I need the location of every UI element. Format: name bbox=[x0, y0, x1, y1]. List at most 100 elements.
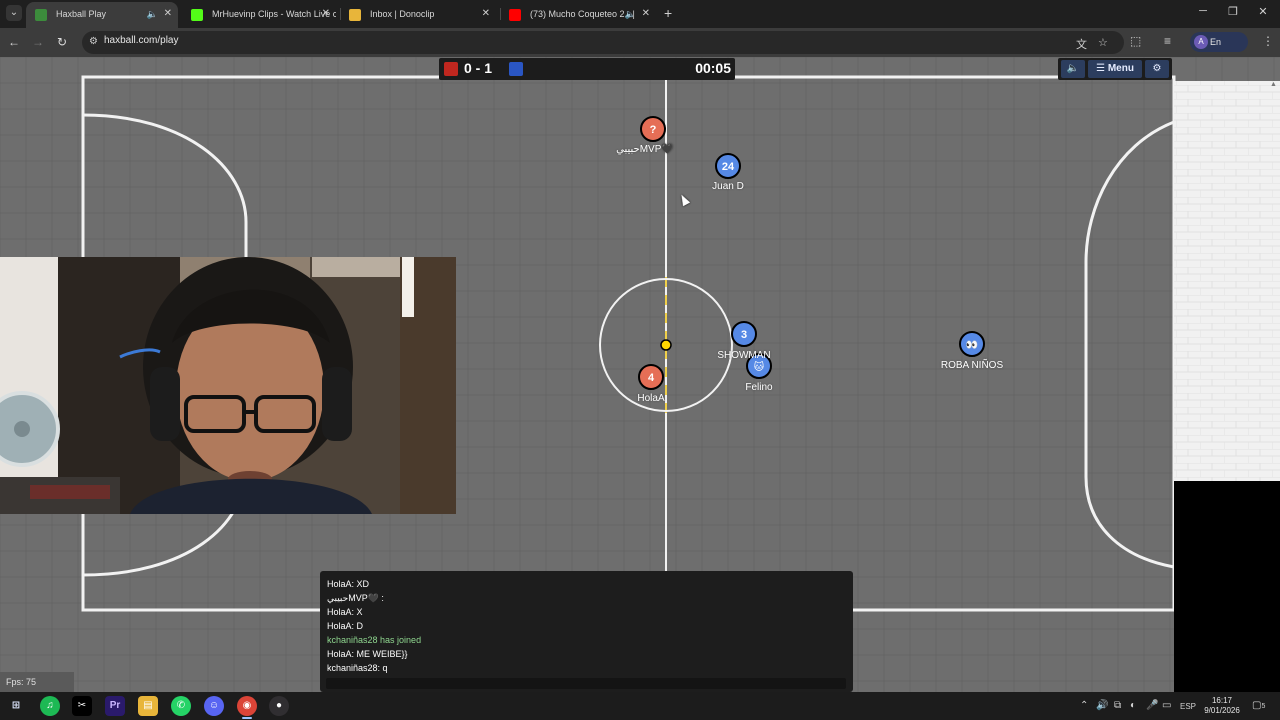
chat-panel: HolaA: XD حبيبيMVP🖤 : HolaA: X HolaA: D … bbox=[320, 571, 853, 692]
chat-message: حبيبيMVP🖤 : bbox=[327, 593, 384, 603]
close-window-icon[interactable]: ✕ bbox=[1248, 5, 1278, 18]
clock-time: 16:17 bbox=[1211, 696, 1233, 705]
start-icon[interactable]: ⊞ bbox=[6, 696, 26, 716]
red-team-indicator bbox=[444, 62, 458, 76]
minimize-icon[interactable]: ─ bbox=[1188, 5, 1218, 17]
chat-message: HolaA: XD bbox=[327, 579, 370, 589]
ball bbox=[660, 339, 672, 351]
menu-button[interactable]: ☰ Menu bbox=[1088, 60, 1142, 78]
tab-donoclip[interactable]: Inbox | Donoclip ✕ bbox=[340, 3, 496, 25]
close-tab-icon[interactable]: ✕ bbox=[164, 2, 172, 26]
forward-icon[interactable]: → bbox=[30, 34, 46, 50]
player-avatar: 3 bbox=[741, 329, 747, 341]
clock[interactable]: 16:17 9/01/2026 bbox=[1200, 696, 1244, 716]
address-toolbar: ← → ↻ ⚙ haxball.com/play 文 ☆ ⬚ ≡ A En pa… bbox=[0, 28, 1280, 67]
reading-list-icon[interactable]: ≡ bbox=[1164, 34, 1171, 48]
player-name: Felino bbox=[745, 382, 773, 393]
chrome-icon[interactable]: ◉ bbox=[237, 696, 257, 716]
kick-favicon-icon bbox=[191, 9, 203, 21]
side-panel-pattern bbox=[1174, 81, 1280, 481]
player-avatar: 24 bbox=[722, 161, 735, 173]
speaker-muted-icon[interactable]: 🔈 bbox=[625, 3, 636, 25]
extensions-icon[interactable]: ⬚ bbox=[1130, 34, 1141, 48]
reload-icon[interactable]: ↻ bbox=[54, 34, 70, 50]
player-blue-juan: 24 bbox=[715, 153, 741, 179]
fps-counter: Fps: 75 bbox=[0, 672, 74, 692]
microphone-icon[interactable]: 🎤 bbox=[1146, 700, 1158, 711]
notification-count: 5 bbox=[1261, 703, 1266, 710]
player-red-holaa: 4 bbox=[638, 364, 664, 390]
menu-label: Menu bbox=[1107, 63, 1134, 74]
scoreboard: 0 - 1 00:05 bbox=[439, 58, 735, 80]
chat-message: HolaA: D bbox=[327, 621, 364, 631]
player-name: حبيبيMVP🖤 bbox=[616, 144, 674, 155]
tab-strip: ⌄ Haxball Play 🔈 ✕ MrHuevinp Clips - Wat… bbox=[0, 0, 1280, 28]
capcut-icon[interactable]: ✂ bbox=[72, 696, 92, 716]
url-text[interactable]: haxball.com/play bbox=[104, 35, 178, 46]
player-name: SHOWMAN bbox=[717, 350, 771, 361]
player-name: ROBA NIÑOS bbox=[940, 360, 1004, 371]
new-tab-icon[interactable]: + bbox=[664, 5, 672, 21]
discord-icon[interactable]: ☺ bbox=[204, 696, 224, 716]
profile-button[interactable]: A En pausa bbox=[1190, 32, 1248, 67]
chat-input[interactable] bbox=[326, 678, 846, 689]
player-avatar: 👀 bbox=[966, 340, 978, 351]
volume-icon[interactable]: 🔊 bbox=[1096, 700, 1108, 711]
address-bar[interactable]: ⚙ haxball.com/play 文 ☆ bbox=[82, 31, 1124, 54]
match-timer: 00:05 bbox=[695, 60, 731, 76]
app-tray-icon[interactable]: ◐ bbox=[1130, 700, 1136, 711]
tab-search-button[interactable]: ⌄ bbox=[6, 5, 22, 21]
premiere-icon[interactable]: Pr bbox=[105, 696, 125, 716]
webcam-image bbox=[0, 257, 456, 514]
sound-toggle-icon[interactable]: 🔈 bbox=[1061, 60, 1085, 78]
blue-team-indicator bbox=[509, 62, 523, 76]
tab-title: Haxball Play bbox=[56, 9, 107, 19]
haxball-page: ? 24 3 🐱 4 👀 حبيبيMVP🖤 Juan D SHOWMAN Fe… bbox=[0, 57, 1280, 692]
clock-date: 9/01/2026 bbox=[1204, 706, 1240, 715]
whatsapp-icon[interactable]: ✆ bbox=[171, 696, 191, 716]
player-name: Juan D bbox=[712, 181, 744, 192]
chat-message: kchaniñas28: q bbox=[327, 663, 388, 673]
score: 0 - 1 bbox=[464, 60, 493, 76]
close-tab-icon[interactable]: ✕ bbox=[642, 3, 650, 25]
obs-icon[interactable]: ● bbox=[269, 696, 289, 716]
speaker-muted-icon[interactable]: 🔈 bbox=[147, 2, 158, 26]
language-indicator[interactable]: ESP bbox=[1180, 702, 1196, 711]
tab-kick-clips[interactable]: MrHuevinp Clips - Watch Live c ✕ bbox=[182, 3, 336, 25]
youtube-favicon-icon bbox=[509, 9, 521, 21]
notifications-icon[interactable]: ▢5 bbox=[1252, 700, 1265, 711]
tab-title: Inbox | Donoclip bbox=[370, 9, 435, 19]
chat-system-message: kchaniñas28 has joined bbox=[327, 635, 422, 645]
player-name: HolaA bbox=[637, 393, 665, 404]
tab-youtube[interactable]: (73) Mucho Coqueteo 2 - | 🔈 ✕ bbox=[500, 3, 656, 25]
display-icon[interactable]: ▭ bbox=[1162, 700, 1171, 711]
spotify-icon[interactable]: ♫ bbox=[40, 696, 60, 716]
chat-message: HolaA: ME WEIBE}} bbox=[327, 649, 408, 659]
translate-icon[interactable]: 文 bbox=[1076, 36, 1087, 52]
scrollbar-up-icon[interactable]: ▲ bbox=[1270, 81, 1277, 91]
network-icon[interactable]: ⧉ bbox=[1114, 700, 1121, 711]
file-explorer-icon[interactable]: ▤ bbox=[138, 696, 158, 716]
player-avatar: 4 bbox=[648, 372, 655, 384]
tab-title: (73) Mucho Coqueteo 2 - | bbox=[530, 9, 635, 19]
side-blank-area bbox=[1174, 481, 1280, 692]
chat-message: HolaA: X bbox=[327, 607, 363, 617]
player-blue-roba: 👀 bbox=[959, 331, 985, 357]
restore-icon[interactable]: ❐ bbox=[1218, 5, 1248, 18]
player-red-mvp: ? bbox=[640, 116, 666, 142]
settings-gear-icon[interactable]: ⚙ bbox=[1145, 60, 1169, 78]
player-avatar: 🐱 bbox=[754, 361, 765, 373]
tab-haxball[interactable]: Haxball Play 🔈 ✕ bbox=[26, 2, 178, 28]
active-app-indicator bbox=[242, 717, 252, 719]
tab-title: MrHuevinp Clips - Watch Live c bbox=[212, 9, 336, 19]
close-tab-icon[interactable]: ✕ bbox=[322, 3, 330, 25]
windows-taskbar: ⊞ ♫ ✂ Pr ▤ ✆ ☺ ◉ ● ⌃ 🔊 ⧉ ◐ 🎤 ▭ ESP 16:17… bbox=[0, 692, 1280, 720]
site-info-icon[interactable]: ⚙ bbox=[89, 36, 98, 47]
player-blue-showman: 3 bbox=[731, 321, 757, 347]
more-menu-icon[interactable]: ⋮ bbox=[1262, 34, 1274, 48]
close-tab-icon[interactable]: ✕ bbox=[482, 3, 490, 25]
haxball-favicon-icon bbox=[35, 9, 47, 21]
back-icon[interactable]: ← bbox=[6, 34, 22, 50]
tray-overflow-icon[interactable]: ⌃ bbox=[1080, 700, 1088, 711]
bookmark-star-icon[interactable]: ☆ bbox=[1098, 36, 1108, 49]
